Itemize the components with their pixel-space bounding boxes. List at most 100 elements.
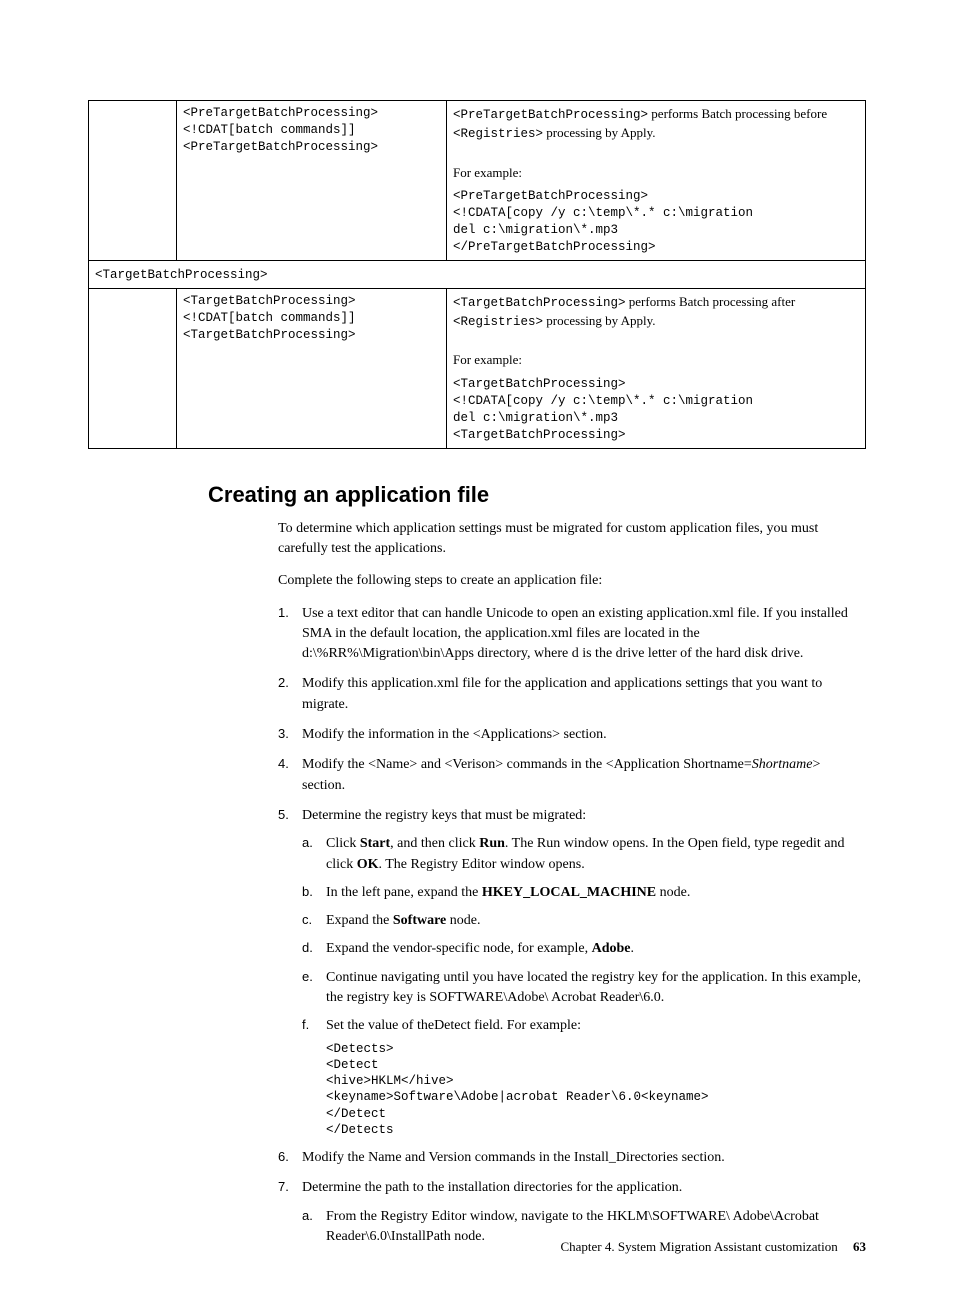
substep-text: Set the value of theDetect field. For ex… [326, 1018, 581, 1033]
substep-letter: e. [302, 968, 313, 987]
substep-letter: b. [302, 883, 313, 902]
step-text: Modify the information in the <Applicati… [302, 727, 607, 742]
bold: Start [360, 836, 390, 851]
inline-code: <TargetBatchProcessing> [453, 296, 626, 310]
step-number: 4. [278, 755, 289, 774]
example-label: For example: [453, 164, 859, 183]
cell-tgt-syntax: <TargetBatchProcessing> <!CDAT[batch com… [177, 288, 447, 347]
intro-paragraph: Complete the following steps to create a… [278, 571, 864, 591]
cell-empty [89, 101, 177, 160]
step-text: Modify the Name and Version commands in … [302, 1150, 725, 1165]
chapter-label: Chapter 4. System Migration Assistant cu… [560, 1239, 837, 1254]
substep-text: In the left pane, expand the [326, 885, 482, 900]
code-line: del c:\migration\*.mp3 [453, 410, 859, 427]
substep-item: b. In the left pane, expand the HKEY_LOC… [302, 883, 864, 903]
steps-list: 1. Use a text editor that can handle Unic… [278, 604, 864, 1248]
code-line: </PreTargetBatchProcessing> [453, 239, 859, 256]
step-item: 6. Modify the Name and Version commands i… [278, 1148, 864, 1168]
substep-text: Expand the [326, 913, 393, 928]
step-item: 3. Modify the information in the <Applica… [278, 725, 864, 745]
substep-item: d. Expand the vendor-specific node, for … [302, 939, 864, 959]
page-footer: Chapter 4. System Migration Assistant cu… [560, 1238, 866, 1257]
page-number: 63 [853, 1239, 866, 1254]
step-number: 1. [278, 604, 289, 623]
step-item: 2. Modify this application.xml file for t… [278, 674, 864, 715]
substep-item: c. Expand the Software node. [302, 911, 864, 931]
bold: Adobe [592, 941, 631, 956]
section-heading: Creating an application file [208, 479, 866, 511]
cell-empty [177, 160, 447, 261]
emphasis: Shortname [752, 757, 813, 772]
step-number: 7. [278, 1178, 289, 1197]
code-block: <Detects> <Detect <hive>HKLM</hive> <key… [326, 1041, 864, 1139]
cell-empty [89, 160, 177, 261]
code-line: <TargetBatchProcessing> [453, 376, 859, 393]
text: performs Batch processing before [648, 106, 827, 121]
step-item: 7. Determine the path to the installation… [278, 1178, 864, 1247]
step-number: 5. [278, 806, 289, 825]
bold: Run [479, 836, 505, 851]
substep-text: Continue navigating until you have locat… [326, 970, 861, 1005]
bold: Software [393, 913, 446, 928]
section-header-target: <TargetBatchProcessing> [89, 260, 866, 288]
step-text: Modify the <Name> and <Verison> commands… [302, 757, 752, 772]
code-line: <PreTargetBatchProcessing> [183, 139, 440, 156]
code-line: <!CDATA[copy /y c:\temp\*.* c:\migration [453, 205, 859, 222]
step-item: 1. Use a text editor that can handle Unic… [278, 604, 864, 665]
cell-empty [89, 347, 177, 448]
substep-text: Click [326, 836, 360, 851]
cell-tgt-desc-bottom: For example: <TargetBatchProcessing> <!C… [447, 347, 866, 448]
code-line: <PreTargetBatchProcessing> [453, 188, 859, 205]
example-label: For example: [453, 351, 859, 370]
substep-text: , and then click [390, 836, 479, 851]
cell-tgt-desc-top: <TargetBatchProcessing> performs Batch p… [447, 288, 866, 347]
step-text: Determine the path to the installation d… [302, 1180, 682, 1195]
substep-text: . [631, 941, 635, 956]
cell-pre-syntax: <PreTargetBatchProcessing> <!CDAT[batch … [177, 101, 447, 160]
substep-text: node. [656, 885, 690, 900]
step-number: 2. [278, 674, 289, 693]
code-line: <TargetBatchProcessing> [183, 293, 440, 310]
code-line: <TargetBatchProcessing> [183, 327, 440, 344]
substep-text: . The Registry Editor window opens. [379, 857, 585, 872]
cell-empty [177, 347, 447, 448]
inline-code: <PreTargetBatchProcessing> [453, 108, 648, 122]
inline-code: <Registries> [453, 127, 543, 141]
step-item: 4. Modify the <Name> and <Verison> comma… [278, 755, 864, 796]
code-line: <PreTargetBatchProcessing> [183, 105, 440, 122]
substep-item: e. Continue navigating until you have loc… [302, 968, 864, 1009]
substep-item: a. Click Start, and then click Run . The … [302, 834, 864, 875]
step-text: Modify this application.xml file for the… [302, 676, 822, 711]
text: performs Batch processing after [626, 294, 796, 309]
code-line: <!CDAT[batch commands]] [183, 122, 440, 139]
substep-letter: f. [302, 1016, 309, 1035]
step-text: Determine the registry keys that must be… [302, 808, 586, 823]
substep-letter: c. [302, 911, 312, 930]
text: processing by Apply. [543, 125, 656, 140]
intro-paragraph: To determine which application settings … [278, 519, 864, 560]
code-line: <!CDAT[batch commands]] [183, 310, 440, 327]
substep-text: node. [446, 913, 480, 928]
text: processing by Apply. [543, 313, 656, 328]
step-item: 5. Determine the registry keys that must … [278, 806, 864, 1138]
step-number: 6. [278, 1148, 289, 1167]
bold: HKEY_LOCAL_MACHINE [482, 885, 656, 900]
substep-letter: a. [302, 834, 313, 853]
bold: OK [357, 857, 379, 872]
step-text: Use a text editor that can handle Unicod… [302, 606, 848, 662]
code-line: del c:\migration\*.mp3 [453, 222, 859, 239]
substep-item: f. Set the value of theDetect field. For … [302, 1016, 864, 1138]
code-line: <TargetBatchProcessing> [453, 427, 859, 444]
substep-text: Expand the vendor-specific node, for exa… [326, 941, 592, 956]
substep-letter: d. [302, 939, 313, 958]
code-line: <!CDATA[copy /y c:\temp\*.* c:\migration [453, 393, 859, 410]
substep-letter: a. [302, 1207, 313, 1226]
inline-code: <Registries> [453, 315, 543, 329]
substeps-list: a. Click Start, and then click Run . The … [302, 834, 864, 1138]
step-number: 3. [278, 725, 289, 744]
section-label: <TargetBatchProcessing> [95, 268, 268, 282]
cell-empty [89, 288, 177, 347]
spec-table: <PreTargetBatchProcessing> <!CDAT[batch … [88, 100, 866, 449]
body-content: To determine which application settings … [278, 519, 864, 1248]
cell-pre-desc-bottom: For example: <PreTargetBatchProcessing> … [447, 160, 866, 261]
